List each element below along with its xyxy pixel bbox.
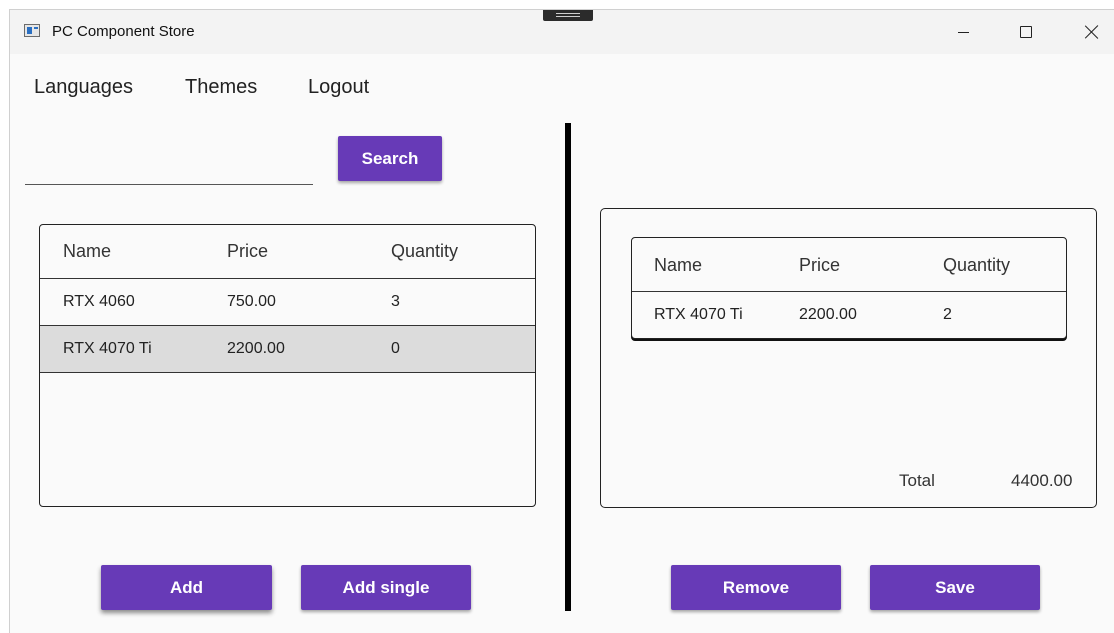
cell-name: RTX 4070 Ti bbox=[63, 340, 152, 357]
cell-price: 2200.00 bbox=[227, 340, 285, 357]
total-value: 4400.00 bbox=[1011, 471, 1073, 490]
cart-panel: Name Price Quantity RTX 4070 Ti 2200.00 … bbox=[600, 208, 1097, 508]
minimize-button[interactable] bbox=[940, 16, 986, 48]
cell-price: 750.00 bbox=[227, 293, 276, 310]
column-header-quantity[interactable]: Quantity bbox=[943, 255, 1010, 276]
cell-name: RTX 4070 Ti bbox=[654, 306, 743, 323]
add-single-button[interactable]: Add single bbox=[301, 565, 471, 610]
remove-button[interactable]: Remove bbox=[671, 565, 841, 610]
minimize-icon bbox=[957, 31, 969, 33]
cell-quantity: 2 bbox=[943, 306, 952, 323]
close-icon bbox=[1085, 25, 1099, 39]
search-input[interactable] bbox=[25, 154, 313, 185]
window-title: PC Component Store bbox=[52, 23, 195, 40]
snap-layout-handle-icon[interactable] bbox=[543, 10, 593, 21]
column-header-price[interactable]: Price bbox=[799, 255, 840, 276]
column-header-name[interactable]: Name bbox=[63, 241, 111, 262]
panel-divider bbox=[565, 123, 571, 611]
search-button[interactable]: Search bbox=[338, 136, 442, 181]
cart-grid[interactable]: Name Price Quantity RTX 4070 Ti 2200.00 … bbox=[631, 237, 1067, 339]
column-header-name[interactable]: Name bbox=[654, 255, 702, 276]
cell-name: RTX 4060 bbox=[63, 293, 135, 310]
table-row-selected[interactable]: RTX 4070 Ti 2200.00 0 bbox=[40, 326, 535, 373]
close-button[interactable] bbox=[1069, 16, 1114, 48]
table-row[interactable]: RTX 4070 Ti 2200.00 2 bbox=[632, 292, 1066, 338]
maximize-button[interactable] bbox=[1003, 16, 1049, 48]
products-grid[interactable]: Name Price Quantity RTX 4060 750.00 3 RT… bbox=[39, 224, 536, 507]
cell-quantity: 0 bbox=[391, 340, 400, 357]
title-bar[interactable]: PC Component Store bbox=[10, 10, 1114, 54]
app-window: PC Component Store Languages Themes Logo… bbox=[9, 9, 1114, 633]
cart-grid-header: Name Price Quantity bbox=[632, 238, 1066, 292]
menu-logout[interactable]: Logout bbox=[308, 76, 369, 99]
table-row[interactable]: RTX 4060 750.00 3 bbox=[40, 279, 535, 326]
save-button[interactable]: Save bbox=[870, 565, 1040, 610]
maximize-icon bbox=[1020, 26, 1032, 38]
products-grid-header: Name Price Quantity bbox=[40, 225, 535, 279]
cell-price: 2200.00 bbox=[799, 306, 857, 323]
add-button[interactable]: Add bbox=[101, 565, 272, 610]
column-header-price[interactable]: Price bbox=[227, 241, 268, 262]
app-window-icon bbox=[24, 24, 40, 37]
total-label: Total bbox=[899, 471, 935, 490]
column-header-quantity[interactable]: Quantity bbox=[391, 241, 458, 262]
menu-themes[interactable]: Themes bbox=[185, 76, 257, 99]
menu-languages[interactable]: Languages bbox=[34, 76, 133, 99]
cell-quantity: 3 bbox=[391, 293, 400, 310]
